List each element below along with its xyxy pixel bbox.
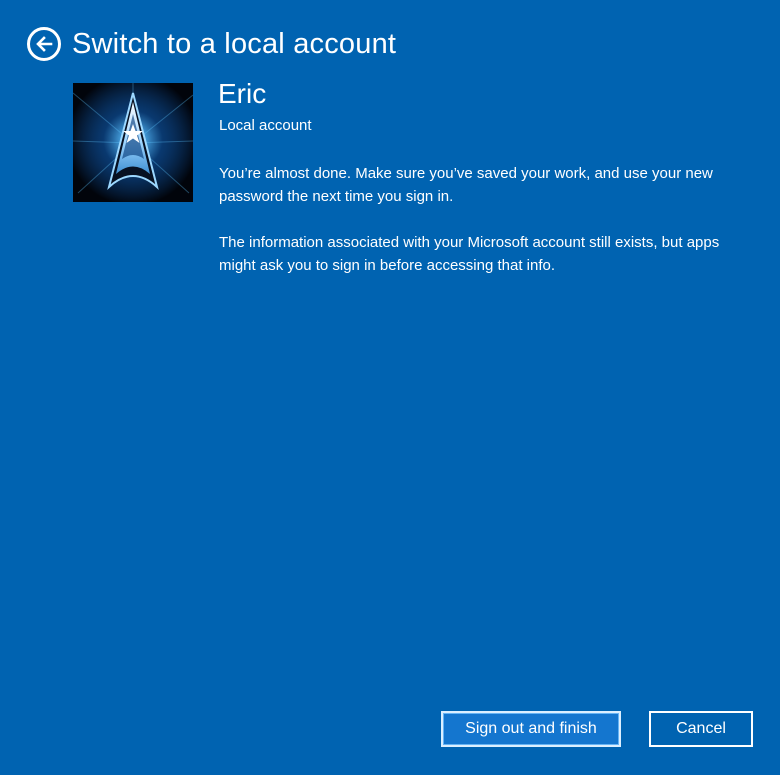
completion-message: You’re almost done. Make sure you’ve sav… [219, 165, 713, 205]
sign-out-and-finish-button[interactable]: Sign out and finish [441, 711, 621, 747]
microsoft-account-info: The information associated with your Mic… [219, 234, 720, 274]
starfleet-insignia-icon [73, 83, 193, 202]
page-header: Switch to a local account [27, 26, 396, 62]
arrow-left-icon [36, 36, 53, 52]
cancel-button[interactable]: Cancel [649, 711, 753, 747]
page-title: Switch to a local account [72, 28, 397, 60]
back-button[interactable] [27, 27, 61, 61]
account-name: Eric [218, 78, 267, 109]
account-type: Local account [219, 117, 312, 134]
avatar [73, 83, 193, 202]
